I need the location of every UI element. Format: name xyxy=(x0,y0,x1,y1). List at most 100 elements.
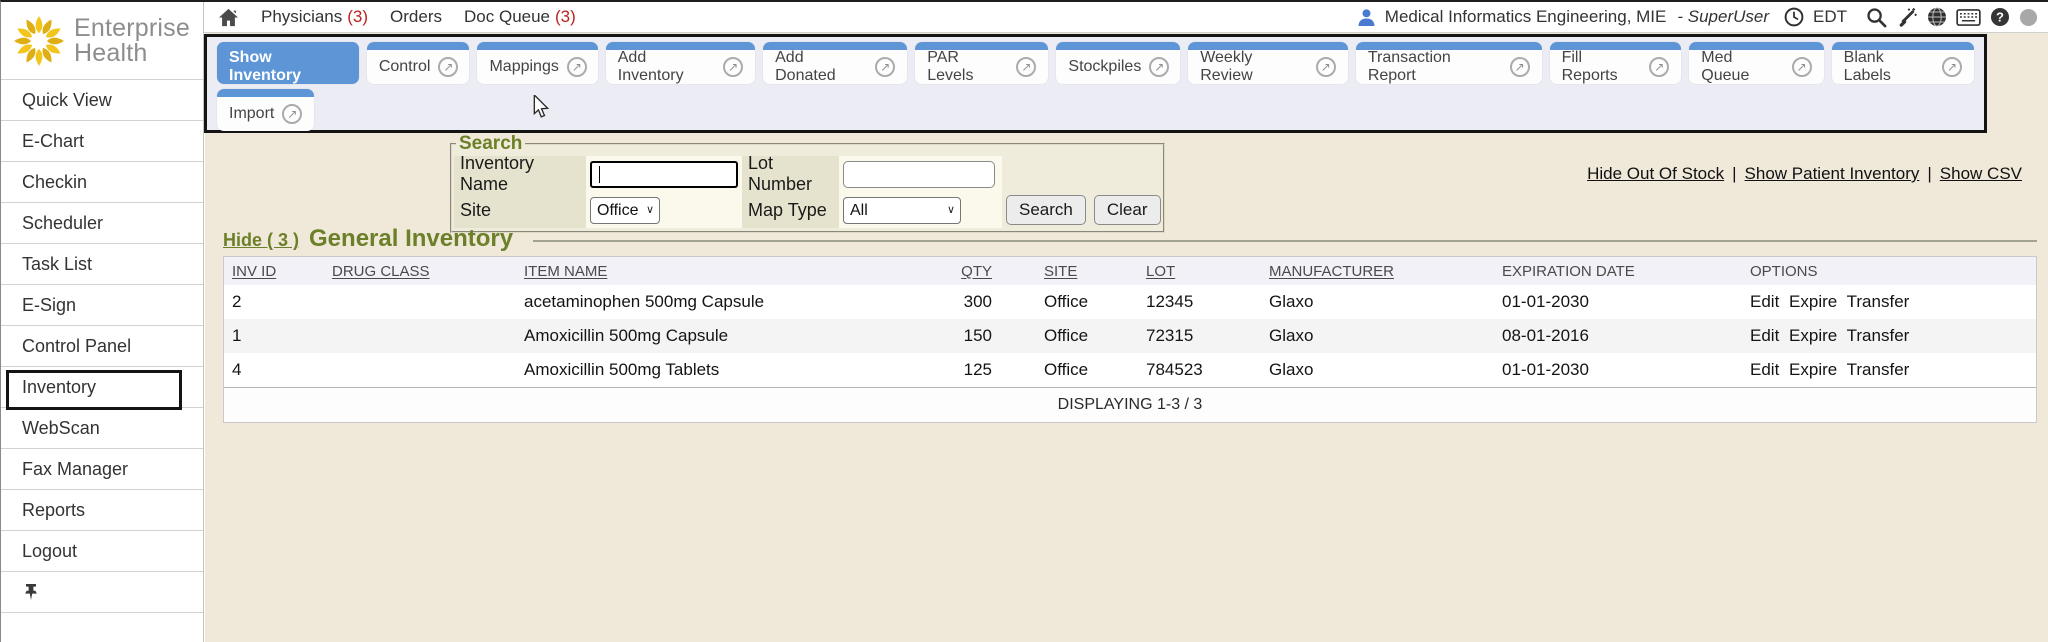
sidebar-item-task-list[interactable]: Task List xyxy=(1,244,203,285)
external-link-icon[interactable]: ↗ xyxy=(1510,57,1530,77)
sidebar-item-fax-manager[interactable]: Fax Manager xyxy=(1,449,203,490)
topbar-nav-doc-queue[interactable]: Doc Queue(3) xyxy=(464,7,576,27)
lot-number-input[interactable] xyxy=(843,161,995,188)
transfer-link[interactable]: Transfer xyxy=(1847,326,1910,345)
edit-link[interactable]: Edit xyxy=(1750,292,1779,311)
tab-fill-reports[interactable]: Fill Reports↗ xyxy=(1550,42,1682,84)
home-icon[interactable] xyxy=(218,8,239,27)
tab-add-inventory[interactable]: Add Inventory↗ xyxy=(606,42,755,84)
sidebar-item-logout[interactable]: Logout xyxy=(1,531,203,572)
tab-blank-labels[interactable]: Blank Labels↗ xyxy=(1832,42,1974,84)
hide-out-of-stock-link[interactable]: Hide Out Of Stock xyxy=(1587,164,1724,184)
table-row: 4 Amoxicillin 500mg Tablets 125 Office 7… xyxy=(224,353,2036,388)
user-role: - SuperUser xyxy=(1677,7,1769,27)
sidebar-item-reports[interactable]: Reports xyxy=(1,490,203,531)
inventory-name-label: Inventory Name xyxy=(454,156,586,192)
external-link-icon[interactable]: ↗ xyxy=(1649,57,1669,77)
external-link-icon[interactable]: ↗ xyxy=(1942,57,1962,77)
tab-add-donated[interactable]: Add Donated↗ xyxy=(763,42,907,84)
help-icon[interactable]: ? xyxy=(1990,7,2010,27)
search-icon[interactable] xyxy=(1866,7,1887,28)
topbar-nav-physicians[interactable]: Physicians(3) xyxy=(261,7,368,27)
external-link-icon[interactable]: ↗ xyxy=(1792,57,1812,77)
external-link-icon[interactable]: ↗ xyxy=(1316,57,1336,77)
heading-rule xyxy=(533,240,2037,242)
tab-weekly-review[interactable]: Weekly Review↗ xyxy=(1188,42,1348,84)
cell-qty: 300 xyxy=(931,285,1044,319)
edit-link[interactable]: Edit xyxy=(1750,360,1779,379)
map-type-select[interactable]: All xyxy=(843,197,961,224)
col-manufacturer[interactable]: MANUFACTURER xyxy=(1269,263,1394,280)
sidebar-item-webscan[interactable]: WebScan xyxy=(1,408,203,449)
tab-transaction-report[interactable]: Transaction Report↗ xyxy=(1356,42,1542,84)
sidebar-item-e-chart[interactable]: E-Chart xyxy=(1,121,203,162)
transfer-link[interactable]: Transfer xyxy=(1847,292,1910,311)
edit-link[interactable]: Edit xyxy=(1750,326,1779,345)
cell-site: Office xyxy=(1044,353,1146,388)
topbar: Physicians(3) Orders Doc Queue(3) Medica… xyxy=(204,2,2048,33)
external-link-icon[interactable]: ↗ xyxy=(1016,57,1036,77)
tab-show-inventory[interactable]: Show Inventory xyxy=(217,42,359,84)
main-content: Show Inventory Control↗ Mappings↗ Add In… xyxy=(205,33,2048,642)
user-icon xyxy=(1357,8,1376,27)
tab-mappings[interactable]: Mappings↗ xyxy=(477,42,597,84)
map-type-label: Map Type xyxy=(742,192,839,228)
tab-par-levels[interactable]: PAR Levels↗ xyxy=(915,42,1048,84)
tab-row-2: Import↗ xyxy=(217,89,1974,131)
external-link-icon[interactable]: ↗ xyxy=(723,57,743,77)
sidebar-item-e-sign[interactable]: E-Sign xyxy=(1,285,203,326)
expire-link[interactable]: Expire xyxy=(1789,326,1837,345)
search-panel-legend: Search xyxy=(456,133,525,155)
cell-manufacturer: Glaxo xyxy=(1269,319,1502,353)
tab-stockpiles[interactable]: Stockpiles↗ xyxy=(1056,42,1180,84)
sidebar-item-scheduler[interactable]: Scheduler xyxy=(1,203,203,244)
transfer-link[interactable]: Transfer xyxy=(1847,360,1910,379)
sunflower-logo-icon xyxy=(13,15,65,67)
show-csv-link[interactable]: Show CSV xyxy=(1940,164,2022,184)
cell-drug-class xyxy=(324,353,516,388)
tab-import[interactable]: Import↗ xyxy=(217,89,314,131)
wand-icon[interactable] xyxy=(1896,7,1918,28)
external-link-icon[interactable]: ↗ xyxy=(438,57,458,77)
cell-manufacturer: Glaxo xyxy=(1269,353,1502,388)
col-qty[interactable]: QTY xyxy=(961,263,992,280)
expire-link[interactable]: Expire xyxy=(1789,360,1837,379)
user-name[interactable]: Medical Informatics Engineering, MIE xyxy=(1385,7,1667,27)
cell-site: Office xyxy=(1044,285,1146,319)
tab-control[interactable]: Control↗ xyxy=(367,42,470,84)
col-inv-id[interactable]: INV ID xyxy=(232,263,276,280)
external-link-icon[interactable]: ↗ xyxy=(282,104,302,124)
sidebar-item-control-panel[interactable]: Control Panel xyxy=(1,326,203,367)
cell-item-name: acetaminophen 500mg Capsule xyxy=(516,285,931,319)
col-options: OPTIONS xyxy=(1750,263,1818,280)
globe-icon[interactable] xyxy=(1927,7,1947,27)
clock-icon[interactable] xyxy=(1784,7,1804,27)
app-logo-text: EnterpriseHealth xyxy=(74,16,190,65)
keyboard-icon[interactable] xyxy=(1956,9,1981,26)
table-row: 2 acetaminophen 500mg Capsule 300 Office… xyxy=(224,285,2036,319)
general-inventory-section: Hide ( 3 ) General Inventory INV ID DRUG… xyxy=(223,225,2037,423)
sidebar-item-quick-view[interactable]: Quick View xyxy=(1,80,203,121)
tab-med-queue[interactable]: Med Queue↗ xyxy=(1689,42,1823,84)
cell-inv-id: 4 xyxy=(224,353,324,388)
search-button[interactable]: Search xyxy=(1006,195,1086,225)
expire-link[interactable]: Expire xyxy=(1789,292,1837,311)
col-item-name[interactable]: ITEM NAME xyxy=(524,263,607,280)
sidebar-pin-toggle[interactable] xyxy=(1,572,203,613)
topbar-nav-orders[interactable]: Orders xyxy=(390,7,442,27)
external-link-icon[interactable]: ↗ xyxy=(875,57,895,77)
external-link-icon[interactable]: ↗ xyxy=(1149,57,1169,77)
col-site[interactable]: SITE xyxy=(1044,263,1077,280)
sidebar-item-inventory[interactable]: Inventory xyxy=(1,367,203,408)
hide-count-link[interactable]: Hide ( 3 ) xyxy=(223,230,299,251)
inventory-name-input[interactable] xyxy=(590,161,738,188)
sidebar-item-checkin[interactable]: Checkin xyxy=(1,162,203,203)
external-link-icon[interactable]: ↗ xyxy=(567,57,587,77)
site-select[interactable]: Office xyxy=(590,197,660,224)
cell-site: Office xyxy=(1044,319,1146,353)
show-patient-inventory-link[interactable]: Show Patient Inventory xyxy=(1745,164,1920,184)
cell-inv-id: 2 xyxy=(224,285,324,319)
col-lot[interactable]: LOT xyxy=(1146,263,1175,280)
col-drug-class[interactable]: DRUG CLASS xyxy=(332,263,430,280)
clear-button[interactable]: Clear xyxy=(1094,195,1161,225)
